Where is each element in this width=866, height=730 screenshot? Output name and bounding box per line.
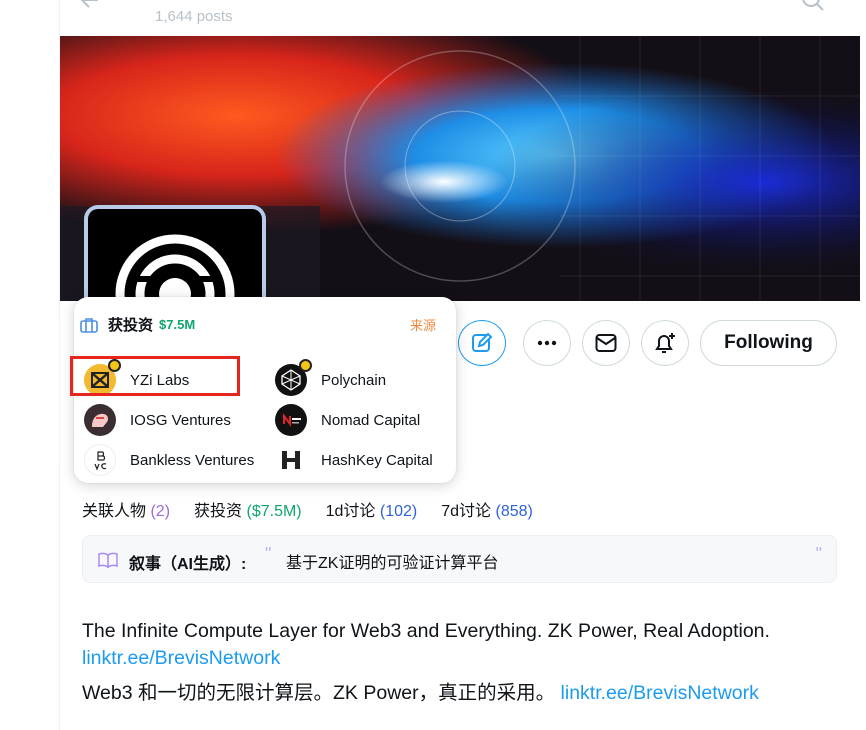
investor-name: YZi Labs — [130, 371, 190, 389]
investor-item[interactable]: HashKey Capital — [275, 444, 433, 476]
tab-7d-discussion[interactable]: 7d讨论 (858) — [441, 497, 533, 521]
more-button[interactable] — [523, 320, 571, 366]
bio-translated-link[interactable]: linktr.ee/BrevisNetwork — [561, 682, 759, 704]
mail-icon — [595, 334, 617, 352]
investor-name: Bankless Ventures — [130, 451, 255, 469]
message-button[interactable] — [582, 320, 630, 366]
tab-related-people[interactable]: 关联人物 (2) — [82, 497, 170, 521]
profile-bio: The Infinite Compute Layer for Web3 and … — [82, 618, 842, 672]
bio-text: The Infinite Compute Layer for Web3 and … — [82, 620, 770, 642]
investor-item[interactable]: IOSG Ventures — [84, 404, 231, 436]
investor-item[interactable]: Nomad Capital — [275, 404, 420, 436]
nomad-capital-logo-icon — [275, 404, 307, 436]
source-link[interactable]: 来源 — [410, 315, 436, 334]
book-icon — [98, 552, 118, 568]
narrative-box: 叙事（AI生成）: " 基于ZK证明的可验证计算平台 " — [82, 535, 837, 583]
post-count: 1,644 posts — [155, 8, 233, 25]
more-icon — [537, 340, 557, 346]
bell-plus-icon — [655, 333, 675, 353]
investor-name: HashKey Capital — [321, 451, 433, 469]
narrative-label: 叙事（AI生成）: — [129, 556, 247, 573]
edit-button[interactable] — [458, 320, 506, 366]
funding-popup: 获投资 $7.5M 来源 YZi Labs Polychain IOSG Ven… — [70, 297, 456, 483]
profile-top-bar: 1,644 posts — [60, 0, 866, 36]
edit-icon — [472, 332, 493, 352]
narrative-text: 基于ZK证明的可验证计算平台 — [286, 555, 499, 572]
profile-main: 1,644 posts Following 获投资 $7.5M 来源 YZi L… — [60, 0, 866, 730]
bio-link[interactable]: linktr.ee/BrevisNetwork — [82, 647, 280, 669]
back-arrow-icon[interactable] — [80, 0, 100, 10]
bankless-logo-icon — [84, 444, 116, 476]
close-quote: " — [815, 544, 822, 564]
investor-name: Polychain — [321, 371, 387, 389]
search-icon[interactable] — [802, 0, 824, 12]
yzi-labs-logo-icon — [84, 359, 121, 396]
investor-item[interactable]: YZi Labs — [84, 359, 190, 396]
investor-item[interactable]: Polychain — [275, 359, 387, 396]
investor-name: Nomad Capital — [321, 411, 421, 429]
funding-amount: $7.5M — [159, 317, 196, 332]
funding-header: 获投资 $7.5M — [80, 314, 195, 335]
bio-translated-text: Web3 和一切的无限计算层。ZK Power，真正的采用。 — [82, 682, 556, 704]
notify-button[interactable] — [641, 320, 689, 366]
open-quote: " — [265, 544, 272, 564]
hashkey-logo-icon — [275, 444, 307, 476]
following-button[interactable]: Following — [700, 320, 837, 366]
left-gutter — [0, 0, 60, 730]
profile-bio-translated: Web3 和一切的无限计算层。ZK Power，真正的采用。 linktr.ee… — [82, 680, 842, 707]
investor-name: IOSG Ventures — [130, 411, 231, 429]
briefcase-icon — [80, 317, 98, 333]
funding-title: 获投资 — [108, 317, 154, 334]
info-tabs: 关联人物 (2) 获投资 ($7.5M) 1d讨论 (102) 7d讨论 (85… — [82, 497, 557, 521]
tab-funding[interactable]: 获投资 ($7.5M) — [194, 497, 302, 521]
iosg-logo-icon — [84, 404, 116, 436]
polychain-logo-icon — [275, 359, 312, 396]
investor-item[interactable]: Bankless Ventures — [84, 444, 254, 476]
tab-1d-discussion[interactable]: 1d讨论 (102) — [326, 497, 418, 521]
